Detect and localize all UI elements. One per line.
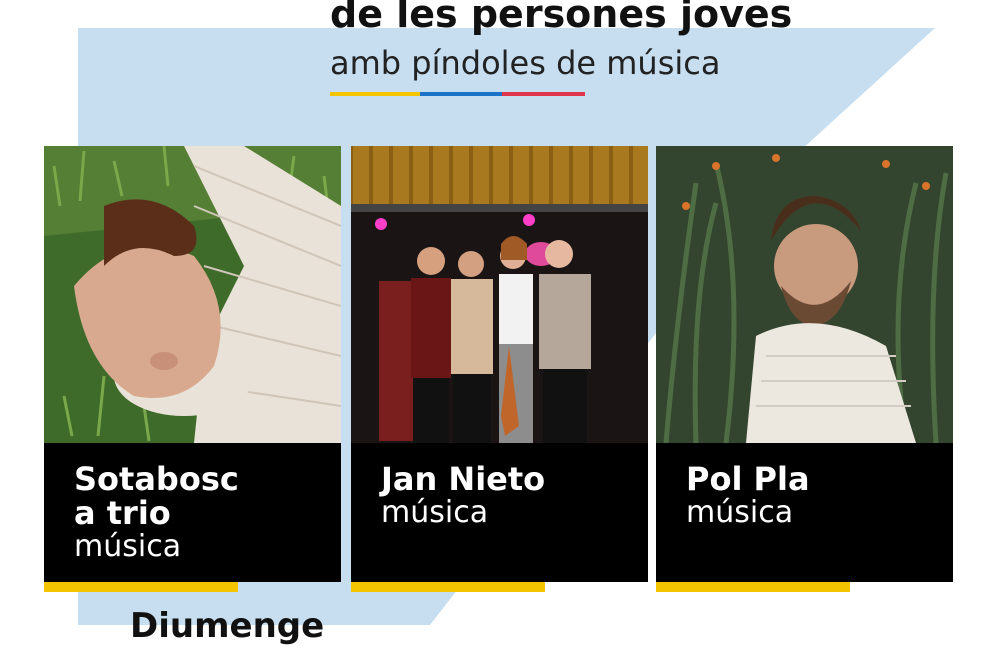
artist-kind: música: [381, 495, 489, 530]
artist-card-2[interactable]: Jan Nieto música: [351, 146, 648, 582]
artist-photo-3: [656, 146, 953, 443]
stripe-yellow: [330, 92, 420, 96]
artist-name-line2: a trio: [74, 494, 171, 532]
artist-photo-2: [351, 146, 648, 443]
artist-name: Sotabosc: [74, 460, 239, 498]
artist-caption-3: Pol Pla música: [686, 462, 810, 530]
artist-name: Jan Nieto: [381, 460, 546, 498]
artist-kind: música: [686, 495, 794, 530]
stripe-blue: [420, 92, 502, 96]
stripe-red: [502, 92, 585, 96]
artist-kind: música: [74, 529, 182, 564]
card-underbar-2: [351, 582, 545, 592]
artist-caption-2: Jan Nieto música: [381, 462, 545, 530]
artist-card-1[interactable]: Sotabosc a trio música: [44, 146, 341, 582]
header-subtitle: amb píndoles de música: [330, 44, 721, 82]
artist-card-3[interactable]: Pol Pla música: [656, 146, 953, 582]
artist-caption-1: Sotabosc a trio música: [74, 462, 239, 564]
artist-photo-1: [44, 146, 341, 443]
card-underbar-1: [44, 582, 238, 592]
card-underbar-3: [656, 582, 850, 592]
footer-date-heading: Diumenge: [130, 606, 325, 646]
artist-name: Pol Pla: [686, 460, 810, 498]
header-title: de les persones joves: [330, 0, 793, 36]
